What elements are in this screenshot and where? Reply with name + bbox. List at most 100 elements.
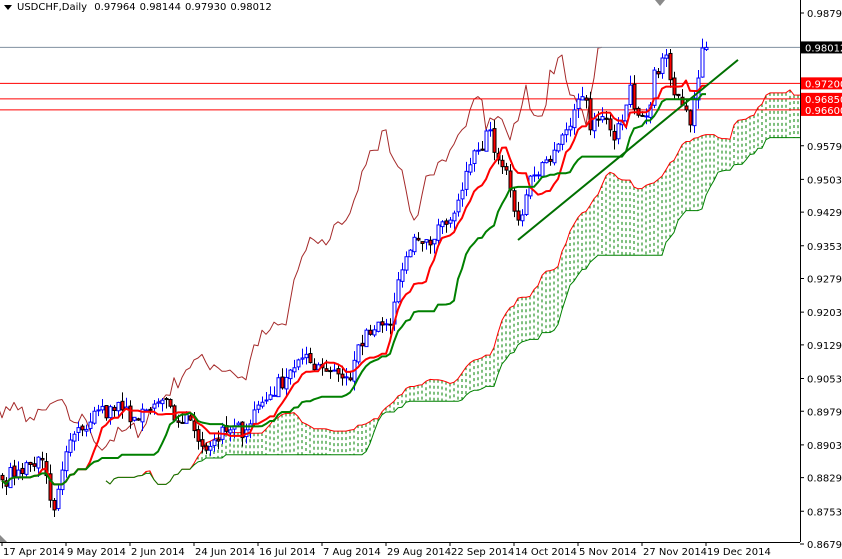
- candle-body: [76, 427, 81, 433]
- candle-body: [428, 239, 433, 246]
- candle: [676, 93, 681, 99]
- candle-body: [560, 134, 565, 145]
- candle-body: [64, 451, 69, 472]
- price-chart[interactable]: 0.98790 0.95790 0.95030 0.94290 0.93530 0.927…: [0, 0, 842, 559]
- candle-body: [116, 401, 121, 412]
- candle: [404, 251, 409, 274]
- x-tick-label: 16 Jul 2014: [259, 547, 316, 558]
- candle-body: [276, 377, 281, 398]
- candle: [612, 124, 617, 150]
- candle-body: [616, 123, 621, 140]
- candle-body: [184, 413, 189, 424]
- candle: [560, 133, 565, 151]
- candle-body: [112, 406, 117, 411]
- plot-area: [0, 38, 800, 518]
- candle-body: [564, 129, 569, 136]
- candle-body: [312, 363, 317, 371]
- candle: [436, 218, 441, 245]
- candle: [536, 171, 541, 180]
- candle: [476, 142, 481, 155]
- candle: [84, 424, 89, 437]
- candle: [80, 424, 85, 437]
- candle: [368, 324, 373, 336]
- candle-body: [476, 149, 481, 152]
- candle-body: [452, 212, 457, 222]
- candle: [396, 272, 401, 304]
- candle-body: [160, 399, 165, 405]
- y-tick-label: 0.93530: [807, 242, 842, 253]
- candle-body: [556, 143, 561, 152]
- candle: [544, 156, 549, 164]
- candle-body: [548, 158, 553, 162]
- candle: [256, 400, 261, 414]
- candle-body: [0, 474, 5, 481]
- candle: [356, 344, 361, 365]
- candle-body: [592, 117, 597, 132]
- candle: [416, 232, 421, 242]
- candle-body: [424, 239, 429, 243]
- candle-body: [500, 159, 505, 168]
- candle-body: [284, 376, 289, 390]
- y-tick-label: 0.92790: [807, 275, 842, 286]
- candle: [400, 262, 405, 288]
- candle-body: [396, 279, 401, 303]
- candle: [420, 241, 425, 252]
- candle-body: [552, 149, 557, 164]
- candle-body: [360, 342, 365, 347]
- candle: [300, 348, 305, 365]
- candle-body: [308, 353, 313, 364]
- candle: [132, 416, 137, 422]
- candle: [564, 122, 569, 143]
- candle: [380, 317, 385, 333]
- candle-body: [512, 190, 517, 212]
- candle: [292, 359, 297, 378]
- candle-body: [204, 445, 209, 451]
- price-label: 0.98012: [805, 43, 842, 54]
- candle-body: [584, 97, 589, 101]
- candle-body: [80, 425, 85, 431]
- candle: [112, 405, 117, 417]
- candle-body: [84, 428, 89, 432]
- y-tick-label: 0.91290: [807, 341, 842, 352]
- candle: [372, 325, 377, 338]
- candle: [276, 373, 281, 398]
- y-tick-label: 0.88290: [807, 474, 842, 485]
- candle: [136, 417, 141, 421]
- candle-body: [632, 83, 637, 110]
- candle-body: [408, 249, 413, 258]
- candle-body: [180, 421, 185, 424]
- candle: [584, 95, 589, 109]
- candle-body: [516, 210, 521, 221]
- candle-body: [236, 422, 241, 426]
- candle: [32, 456, 37, 472]
- candle: [384, 318, 389, 332]
- candle-body: [508, 170, 513, 191]
- candle: [428, 236, 433, 254]
- candle-body: [324, 368, 329, 372]
- candle: [284, 368, 289, 396]
- candle: [500, 155, 505, 174]
- candle: [660, 53, 665, 79]
- candle: [308, 347, 313, 364]
- y-tick-label: 0.94290: [807, 208, 842, 219]
- candle-body: [88, 421, 93, 429]
- candle-body: [472, 150, 477, 164]
- candle: [464, 161, 469, 197]
- candle: [548, 155, 553, 166]
- y-tick-label: 0.87530: [807, 507, 842, 518]
- candle-body: [260, 401, 265, 407]
- candle: [312, 358, 317, 372]
- candle: [212, 433, 217, 452]
- candle: [208, 441, 213, 456]
- candle: [556, 142, 561, 153]
- candle: [448, 216, 453, 228]
- candle-body: [460, 189, 465, 200]
- candle: [488, 121, 493, 137]
- candle: [460, 182, 465, 207]
- candle-body: [676, 93, 681, 97]
- candle-body: [208, 445, 213, 451]
- candle-body: [704, 46, 709, 51]
- candle: [376, 321, 381, 333]
- candle: [296, 358, 301, 371]
- candle-body: [344, 376, 349, 379]
